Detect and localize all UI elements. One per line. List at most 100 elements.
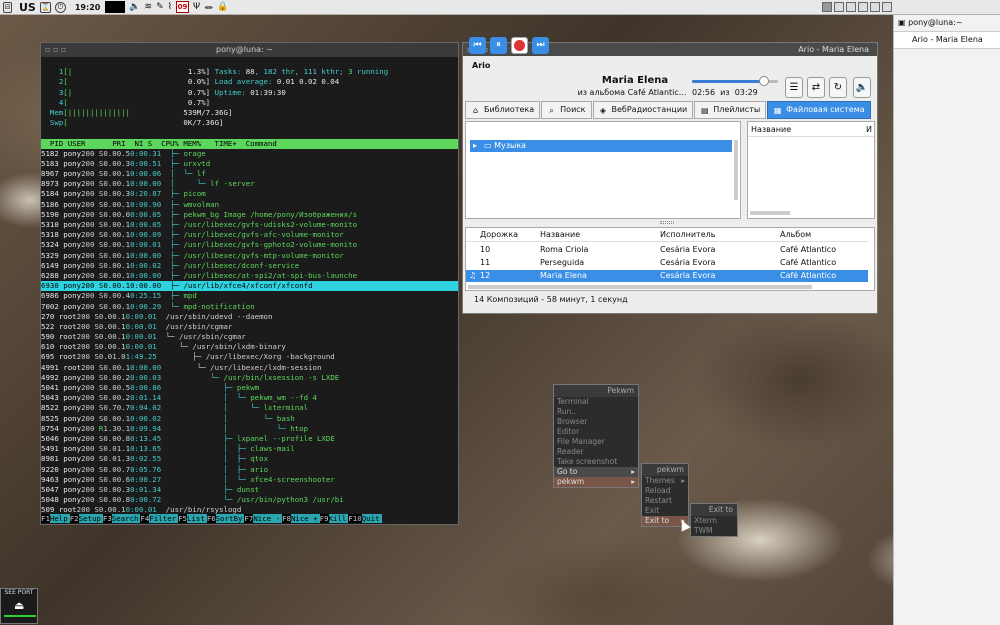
process-row[interactable]: 4991 root200 S0.00.10:00.00 └─ /usr/libe… xyxy=(41,363,458,373)
fkey-quit[interactable]: F10Quit xyxy=(348,513,382,524)
fkey-help[interactable]: F1Help xyxy=(41,513,70,524)
lock-icon[interactable]: ⊟ xyxy=(3,0,12,15)
fkey-kill[interactable]: F9Kill xyxy=(319,513,349,524)
fkey-nice[interactable]: F7Nice - xyxy=(244,513,283,524)
workspace-6[interactable] xyxy=(882,2,892,12)
app-menu[interactable]: Ario xyxy=(472,61,490,70)
workspace-2[interactable] xyxy=(834,2,844,12)
ruler-icon[interactable]: ⌇ xyxy=(168,0,172,15)
stop-button[interactable] xyxy=(511,37,528,54)
process-row[interactable]: 6930 pony200 S0.00.10:00.00 ├─ /usr/lib/… xyxy=(41,281,458,292)
fkey-filter[interactable]: F4Filter xyxy=(140,513,179,524)
process-row[interactable]: 5043 pony200 S0.00.20:01.14 │ └─ pekwm_w… xyxy=(41,393,458,403)
menu-item-terminal[interactable]: Terminal xyxy=(554,397,638,407)
window-buttons[interactable]: ▫ ▫ ▫ xyxy=(45,43,66,57)
menu-item-reload[interactable]: Reload xyxy=(642,486,688,496)
menu-item-editor[interactable]: Editor xyxy=(554,427,638,437)
menu-item-xterm[interactable]: Xterm xyxy=(691,516,737,526)
menu-item-take-screenshot[interactable]: Take screenshot xyxy=(554,457,638,467)
padlock-icon[interactable]: 🔒 xyxy=(217,0,228,15)
column-header-name[interactable]: Название xyxy=(751,125,791,134)
process-row[interactable]: 5041 pony200 S0.00.50:00.86 ├─ pekwm xyxy=(41,383,458,393)
repeat-button[interactable]: ↻ xyxy=(829,77,847,98)
fkey-list[interactable]: F5List xyxy=(178,513,207,524)
fkey-sortby[interactable]: F6SortBy xyxy=(206,513,245,524)
file-list[interactable]: Название И xyxy=(747,121,875,219)
menu-item-restart[interactable]: Restart xyxy=(642,496,688,506)
process-row[interactable]: 610 root200 S0.00.10:00.01 └─ /usr/sbin/… xyxy=(41,342,458,352)
calendar-icon[interactable]: 09 xyxy=(176,0,190,15)
menu-item-go-to[interactable]: Go to ▸ xyxy=(554,467,638,477)
hourglass-icon[interactable]: ⌛ xyxy=(39,0,51,15)
process-row[interactable]: 7002 pony200 S0.00.10:00.29 └─ mpd-notif… xyxy=(41,302,458,312)
process-row[interactable]: 9463 pony200 S0.00.60:00.27 │ └─ xfce4-s… xyxy=(41,475,458,485)
process-row[interactable]: 8522 pony200 S0.70.70:04.02 │ └─ lxtermi… xyxy=(41,403,458,413)
process-row[interactable]: 5329 pony200 S0.00.10:00.00 ├─ /usr/libe… xyxy=(41,251,458,261)
process-row[interactable]: 5324 pony200 S0.00.10:00.01 ├─ /usr/libe… xyxy=(41,240,458,250)
process-row[interactable]: 6986 pony200 S0.00.40:25.15 ├─ mpd xyxy=(41,291,458,301)
process-row[interactable]: 5318 pony200 S0.00.10:00.09 ├─ /usr/libe… xyxy=(41,230,458,240)
htop-view[interactable]: 1[| 1.3%] Tasks: 88, 182 thr, 111 kthr; … xyxy=(41,57,458,524)
process-row[interactable]: 5190 pony200 S0.00.00:00.05 ├─ pekwm_bg … xyxy=(41,210,458,220)
folder-tree[interactable]: ▸ ▭ Музыка xyxy=(465,121,741,219)
workspace-4[interactable] xyxy=(858,2,868,12)
process-row[interactable]: 8973 pony200 S0.00.10:00.00 │ └─ lf -ser… xyxy=(41,179,458,189)
column-header-track[interactable]: Дорожка xyxy=(480,228,518,242)
tab-playlist[interactable]: ▤ Плейлисты xyxy=(694,101,767,119)
system-monitor-applet[interactable]: SEE PORT ⏏ xyxy=(0,588,38,624)
playlist-toggle-button[interactable]: ☰ xyxy=(785,77,803,98)
process-row[interactable]: 6288 pony200 S0.00.10:00.00 ├─ /usr/libe… xyxy=(41,271,458,281)
fkey-nice[interactable]: F8Nice + xyxy=(282,513,320,524)
process-row[interactable]: 270 root200 S0.00.10:00.01 /usr/sbin/ude… xyxy=(41,312,458,322)
process-row[interactable]: 5048 pony200 S0.00.80:00.72 └─ /usr/bin/… xyxy=(41,495,458,505)
task-terminal[interactable]: ▣ pony@luna:~ xyxy=(894,15,1000,32)
column-header-artist[interactable]: Исполнитель xyxy=(660,228,715,242)
clock[interactable]: 19:20 xyxy=(75,3,100,12)
menu-item-twm[interactable]: TWM xyxy=(691,526,737,536)
menu-item-reader[interactable]: Reader xyxy=(554,447,638,457)
volume-icon[interactable]: 🔈 xyxy=(129,0,140,15)
seek-slider[interactable] xyxy=(692,76,778,86)
menu-item-pekwm[interactable]: pekwm ▸ xyxy=(554,477,638,487)
pause-button[interactable]: ⏸ xyxy=(490,37,507,54)
menu-item-browser[interactable]: Browser xyxy=(554,417,638,427)
process-row[interactable]: 8981 pony200 S0.01.30:02.55 │ ├─ qtox xyxy=(41,454,458,464)
process-row[interactable]: 5186 pony200 S0.00.10:00.90 ├─ wmvolman xyxy=(41,200,458,210)
song-table[interactable]: Дорожка Название Исполнитель Альбом 10 Roma C… xyxy=(465,227,875,291)
process-row[interactable]: 5184 pony200 S0.00.30:20.87 ├─ picom xyxy=(41,189,458,199)
volume-button[interactable]: 🔈 xyxy=(853,77,871,98)
song-row[interactable]: 11 Perseguida Cesária Evora Café Atlantico xyxy=(466,257,868,269)
process-row[interactable]: 5182 pony200 S0.00.50:00.31 ├─ orage xyxy=(41,149,458,159)
pen-icon[interactable]: ✎ xyxy=(156,0,164,15)
fkey-setup[interactable]: F2Setup xyxy=(69,513,103,524)
splitter-handle[interactable] xyxy=(660,221,674,224)
process-row[interactable]: 5047 pony200 S0.00.30:01.34 ├─ dunst xyxy=(41,485,458,495)
menu-item-file-manager[interactable]: File Manager xyxy=(554,437,638,447)
menu-item-exit[interactable]: Exit xyxy=(642,506,688,516)
tab-search[interactable]: ⌕ Поиск xyxy=(541,101,592,119)
process-row[interactable]: 522 root200 S0.00.10:00.01 /usr/sbin/cgm… xyxy=(41,322,458,332)
process-row[interactable]: 6149 pony200 S0.00.10:00.02 ├─ /usr/libe… xyxy=(41,261,458,271)
menu-item-run[interactable]: Run.. xyxy=(554,407,638,417)
fkey-search[interactable]: F3Search xyxy=(102,513,141,524)
process-row[interactable]: 5046 pony200 S0.00.80:13.45 ├─ lxpanel -… xyxy=(41,434,458,444)
terminal-titlebar[interactable]: ▫ ▫ ▫ pony@luna: ~ xyxy=(41,43,458,57)
expand-arrow-icon[interactable]: ▸ xyxy=(473,140,477,152)
process-row[interactable]: 4992 pony200 S0.00.20:00.03 └─ /usr/bin/… xyxy=(41,373,458,383)
workspace-3[interactable] xyxy=(846,2,856,12)
task-ario[interactable]: Ario - Maria Elena xyxy=(894,32,1000,49)
process-row[interactable]: 9220 pony200 S0.00.70:05.76 │ ├─ ario xyxy=(41,465,458,475)
process-row[interactable]: 5310 pony200 S0.00.10:00.05 ├─ /usr/libe… xyxy=(41,220,458,230)
process-row[interactable]: 5491 pony200 S0.01.10:13.65 │ ├─ claws-m… xyxy=(41,444,458,454)
tree-scrollbar[interactable] xyxy=(734,140,738,200)
file-list-scrollbar[interactable] xyxy=(750,211,790,215)
shuffle-button[interactable]: ⇄ xyxy=(807,77,825,98)
wifi-icon[interactable]: ≋ xyxy=(145,0,153,15)
song-row[interactable]: ♫ 12 Maria Elena Cesária Evora Café Atlantic… xyxy=(466,270,868,282)
next-button[interactable]: ⏭ xyxy=(532,37,549,54)
usb-icon[interactable]: ⏛ xyxy=(204,0,213,15)
trident-icon[interactable]: Ψ xyxy=(193,0,200,15)
column-header-album[interactable]: Альбом xyxy=(780,228,811,242)
power-icon[interactable]: ⏻ xyxy=(54,0,66,15)
process-row[interactable]: 8754 pony200 R1.30.10:09.94 │ └─ htop xyxy=(41,424,458,434)
